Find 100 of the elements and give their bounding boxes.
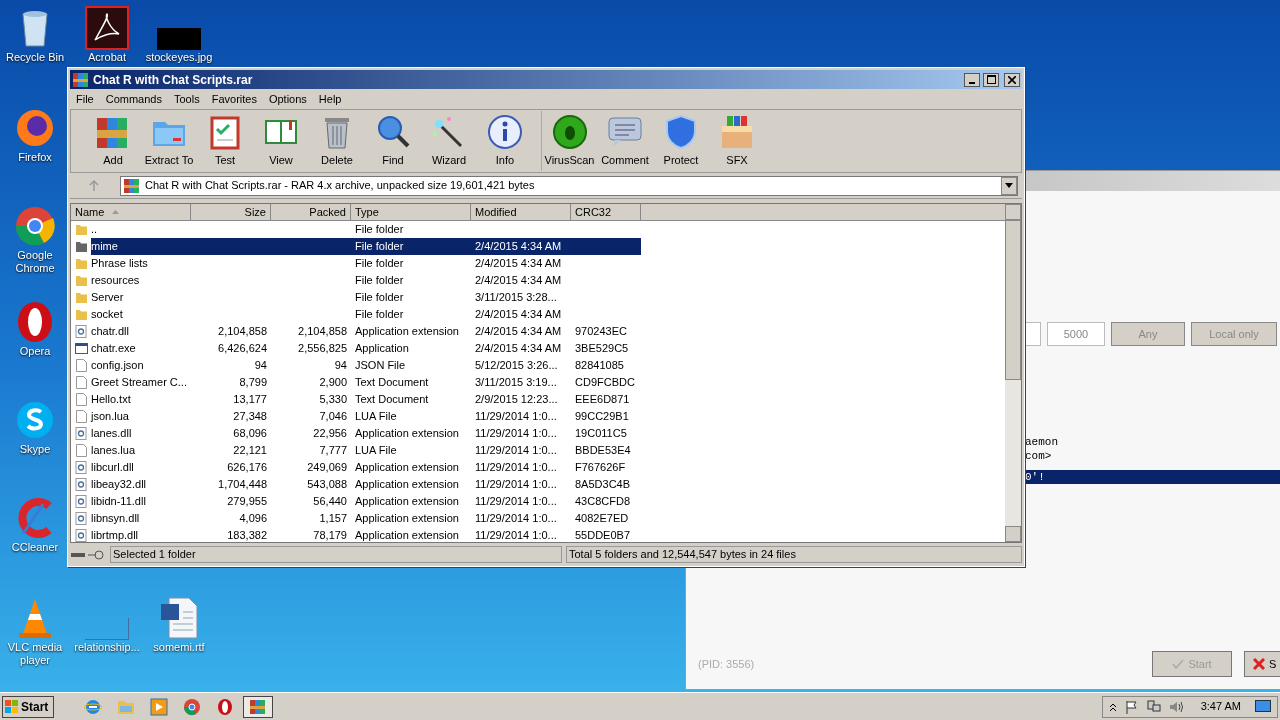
column-header[interactable]: Name xyxy=(71,204,191,221)
toolbar-button[interactable]: Find xyxy=(365,111,421,171)
desktop-icon-label[interactable]: Recycle Bin xyxy=(5,51,65,64)
menu-item[interactable]: File xyxy=(76,90,94,108)
table-cell: 279,955 xyxy=(227,495,267,507)
file-name-cell[interactable]: resources xyxy=(91,274,140,287)
gear-file-icon xyxy=(75,325,88,338)
table-cell: 8,799 xyxy=(239,376,267,388)
file-name-cell[interactable]: config.json xyxy=(91,359,144,372)
flag-icon[interactable] xyxy=(1124,699,1139,714)
desktop-icon-label[interactable]: Skype xyxy=(19,443,51,456)
table-cell: Application extension xyxy=(355,325,459,337)
scrollbar[interactable] xyxy=(1005,204,1021,542)
menu-item[interactable]: Commands xyxy=(105,90,162,108)
toolbar-button[interactable]: Info xyxy=(477,111,533,171)
column-header[interactable]: Type xyxy=(351,204,471,221)
column-header[interactable]: Size xyxy=(191,204,271,221)
table-cell: 3/11/2015 3:28... xyxy=(475,291,557,303)
books-stack-icon xyxy=(72,70,90,89)
table-cell: 2/4/2015 4:34 AM xyxy=(475,308,562,320)
file-name-cell[interactable]: lanes.lua xyxy=(91,444,136,457)
file-name-cell[interactable]: chatr.dll xyxy=(91,325,129,338)
file-name-cell[interactable]: Greet Streamer C... xyxy=(91,376,187,389)
sort-arrow-icon xyxy=(112,210,120,214)
dropdown-button[interactable] xyxy=(1001,176,1017,195)
desktop-icon-label[interactable]: stockeyes.jpg xyxy=(145,51,213,64)
menu-item[interactable]: Options xyxy=(268,90,307,108)
toolbar-button[interactable]: Extract To xyxy=(141,111,197,171)
port-field[interactable]: 5000 xyxy=(1047,322,1105,346)
file-name-cell[interactable]: librtmp.dll xyxy=(91,529,139,542)
toolbar-button[interactable]: View xyxy=(253,111,309,171)
table-cell: Application extension xyxy=(355,478,459,490)
table-cell: 56,440 xyxy=(313,495,347,507)
pid-label: (PID: 3556) xyxy=(698,656,756,672)
speaker-icon[interactable] xyxy=(1168,699,1183,714)
file-name-cell[interactable]: json.lua xyxy=(91,410,129,423)
close-button[interactable] xyxy=(1004,72,1020,87)
table-cell: CD9FCBDC xyxy=(575,376,635,388)
desktop-icon-label[interactable]: Acrobat xyxy=(88,51,126,64)
toolbar-button[interactable]: Comment xyxy=(597,111,653,171)
desktop-icon-label[interactable]: Firefox xyxy=(18,151,52,164)
table-cell: 4082E7ED xyxy=(575,512,629,524)
taskbar-button[interactable] xyxy=(243,695,273,718)
file-icon xyxy=(75,444,88,457)
start-button[interactable]: Start xyxy=(2,695,54,718)
file-name-cell[interactable]: mime xyxy=(91,240,118,253)
file-name-cell[interactable]: Server xyxy=(91,291,124,304)
toolbar-button[interactable]: VirusScan xyxy=(541,111,597,171)
selected-row-highlight[interactable]: mime File folder 2/4/2015 4:34 AM xyxy=(91,238,641,255)
table-cell: 94 xyxy=(254,359,267,371)
status-text: Total 5 folders and 12,544,547 bytes in 24 files xyxy=(566,546,1022,563)
monitor-icon[interactable] xyxy=(1255,699,1271,714)
address-field[interactable]: Chat R with Chat Scripts.rar - RAR 4.x archive, unpacked size 19,601,421 bytes xyxy=(120,175,1018,196)
table-cell: 3/11/2015 3:19... xyxy=(475,376,557,388)
table-cell: 4,096 xyxy=(239,512,267,524)
table-cell: 11/29/2014 1:0... xyxy=(475,427,557,439)
column-header[interactable]: Modified xyxy=(471,204,571,221)
chevron-up-icon[interactable] xyxy=(1108,701,1117,712)
file-name-cell[interactable]: libcurl.dll xyxy=(91,461,134,474)
column-header[interactable]: Packed xyxy=(271,204,351,221)
file-name-cell[interactable]: socket xyxy=(91,308,123,321)
table-cell: Application extension xyxy=(355,427,459,439)
table-cell: 78,179 xyxy=(313,529,347,541)
toolbar-button[interactable]: Test xyxy=(197,111,253,171)
maximize-button[interactable] xyxy=(983,72,999,87)
menu-item[interactable]: Help xyxy=(318,90,342,108)
table-cell: 11/29/2014 1:0... xyxy=(475,444,557,456)
file-name-cell[interactable]: libnsyn.dll xyxy=(91,512,140,525)
file-name-cell[interactable]: libeay32.dll xyxy=(91,478,147,491)
toolbar-button[interactable]: SFX xyxy=(709,111,765,171)
file-name-cell[interactable]: chatr.exe xyxy=(91,342,136,355)
minimize-button[interactable] xyxy=(964,72,980,87)
stop-button[interactable]: S xyxy=(1244,651,1280,677)
gear-file-icon xyxy=(75,478,88,491)
desktop-icon-label[interactable]: Google Chrome xyxy=(2,249,68,275)
table-cell: Application xyxy=(355,342,409,354)
clock[interactable]: 3:47 AM xyxy=(1200,698,1241,715)
file-name-cell[interactable]: Phrase lists xyxy=(91,257,148,270)
menu-item[interactable]: Tools xyxy=(174,90,200,108)
file-name-cell[interactable]: .. xyxy=(91,223,98,236)
file-name-cell[interactable]: libidn-11.dll xyxy=(91,495,146,508)
file-name-cell[interactable]: lanes.dll xyxy=(91,427,132,440)
network-icon[interactable] xyxy=(1146,699,1161,714)
table-cell: LUA File xyxy=(355,410,397,422)
toolbar-button[interactable]: Delete xyxy=(309,111,365,171)
file-icon xyxy=(75,359,88,372)
toolbar-button[interactable]: Protect xyxy=(653,111,709,171)
desktop-icon-label[interactable]: Opera xyxy=(19,345,51,358)
table-cell: 8A5D3C4B xyxy=(575,478,631,490)
table-cell: F767626F xyxy=(575,461,626,473)
file-name-cell[interactable]: Hello.txt xyxy=(91,393,131,406)
menu-item[interactable]: Favorites xyxy=(211,90,257,108)
table-cell: 249,069 xyxy=(307,461,347,473)
shield-icon xyxy=(663,113,699,150)
column-header[interactable]: CRC32 xyxy=(571,204,641,221)
toolbar-button[interactable]: Wizard xyxy=(421,111,477,171)
gear-file-icon xyxy=(75,461,88,474)
folder-icon xyxy=(75,257,88,270)
table-cell: JSON File xyxy=(355,359,406,371)
toolbar-button[interactable]: Add xyxy=(85,111,141,171)
